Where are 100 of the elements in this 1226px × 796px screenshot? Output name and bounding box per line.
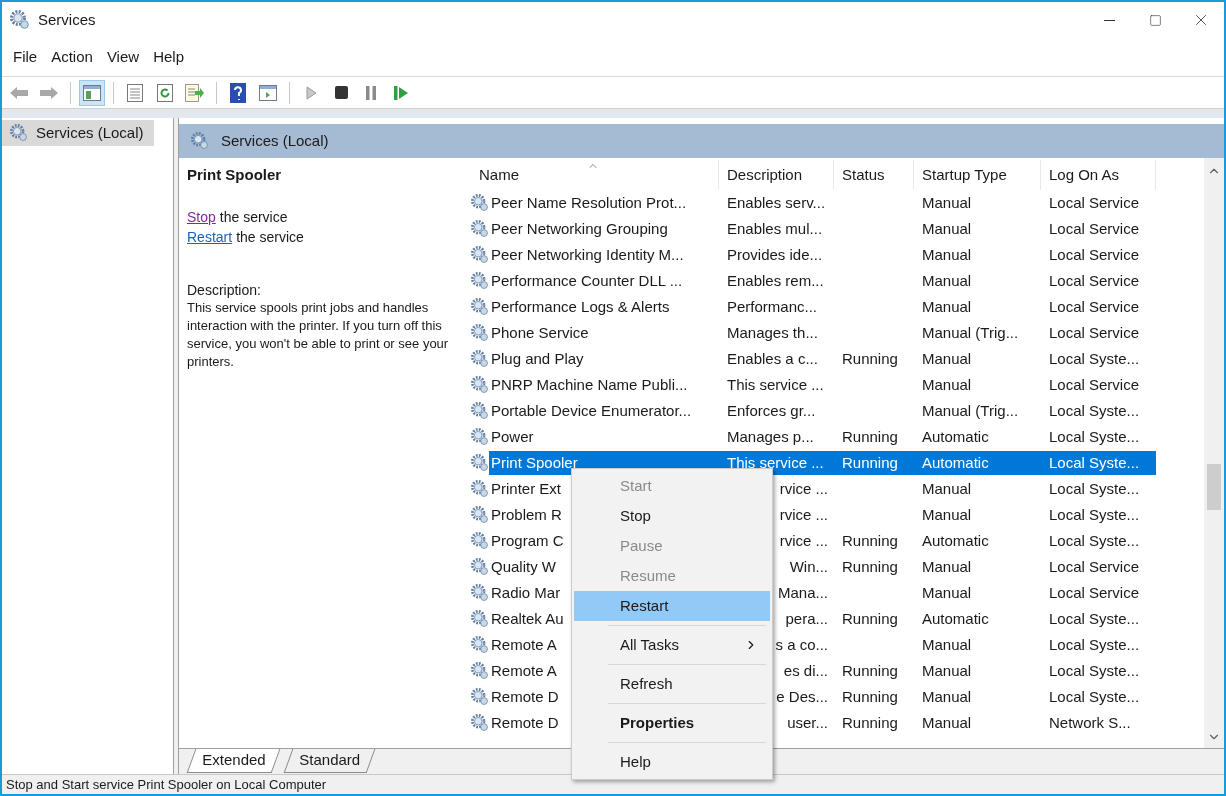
table-cell-text: Local Syste... <box>1048 426 1141 447</box>
context-menu-item[interactable]: Restart <box>574 591 770 621</box>
table-cell-text: Problem R <box>491 504 562 525</box>
table-cell-text: Running <box>841 530 899 551</box>
column-header[interactable]: Description <box>719 160 834 190</box>
table-cell-text: Manual <box>921 218 973 239</box>
gear-icon <box>471 480 489 498</box>
table-cell-text: Performanc... <box>727 296 818 317</box>
table-cell-text: e Des... <box>776 686 828 707</box>
table-cell-text: rvice ... <box>779 478 828 499</box>
table-cell-text: Enables a c... <box>727 348 818 369</box>
stop-icon <box>334 86 348 99</box>
description-label: Description: <box>187 280 262 299</box>
description-text: This service spools print jobs and handles interaction with the printer. If you turn off this service, you won't be able to print or see your printers. <box>187 298 449 371</box>
table-cell-text: rvice ... <box>779 530 828 551</box>
gear-icon <box>471 532 489 550</box>
context-menu-item[interactable]: Stop <box>574 501 770 531</box>
selected-row[interactable]: Print Spooler This service ... Running Automatic Local Syste... <box>489 451 1156 475</box>
table-cell-text: Manual <box>921 296 973 317</box>
context-menu-item[interactable]: All Tasks <box>574 630 770 660</box>
column-header[interactable]: Status <box>834 160 914 190</box>
gear-icon <box>471 688 489 706</box>
table-cell-text: Local Service <box>1048 296 1141 317</box>
table-cell-text: Manages th... <box>727 322 818 343</box>
table-cell-text: Peer Name Resolution Prot... <box>491 192 687 213</box>
gear-icon <box>471 246 489 264</box>
question-mark-icon <box>230 82 246 103</box>
column-header[interactable]: Name <box>471 160 719 190</box>
column-header[interactable]: Log On As <box>1041 160 1156 190</box>
tree-item[interactable]: Services (Local) <box>2 120 154 146</box>
table-cell-text: Manual <box>921 244 973 265</box>
gear-icon <box>471 506 489 524</box>
view-tab[interactable]: Standard <box>284 749 376 773</box>
service-action-link[interactable]: Restart <box>187 226 233 247</box>
table-cell-text: This service ... <box>727 374 824 395</box>
table-cell-text: Local Service <box>1048 556 1141 577</box>
minimize-icon <box>1103 19 1115 21</box>
column-header[interactable]: Startup Type <box>914 160 1041 190</box>
table-cell-text: Remote D <box>491 686 559 707</box>
gear-icon <box>471 194 489 212</box>
panel-icon <box>259 84 277 101</box>
table-cell-text: Manages p... <box>727 426 814 447</box>
table-cell-text: Enforces gr... <box>727 400 816 421</box>
table-cell-text: Running <box>841 348 899 369</box>
panel-title: Services (Local) <box>221 130 329 151</box>
menu-item[interactable]: Help <box>146 44 191 70</box>
maximize-icon <box>1148 13 1162 27</box>
table-cell-text: Local Syste... <box>1048 686 1141 707</box>
gear-icon <box>471 454 489 472</box>
table-cell-text: Local Service <box>1048 322 1141 343</box>
table-cell-text: Program C <box>491 530 564 551</box>
table-cell-text: Local Service <box>1048 582 1141 603</box>
view-tab[interactable]: Extended <box>186 749 281 773</box>
pause-icon <box>365 85 377 100</box>
back-arrow-icon <box>9 85 29 100</box>
gear-icon <box>471 350 489 368</box>
table-cell-text: Manual <box>921 660 973 681</box>
table-cell-text: Quality W <box>491 556 556 577</box>
scroll-thumb[interactable] <box>1207 464 1221 510</box>
table-cell-text: Remote D <box>491 712 559 733</box>
table-cell-text: Manual <box>921 634 973 655</box>
gear-icon <box>471 610 489 628</box>
table-cell-text: PNRP Machine Name Publi... <box>491 374 688 395</box>
context-menu-item[interactable]: Help <box>574 747 770 777</box>
table-cell-text: Manual <box>921 348 973 369</box>
table-cell-text: Win... <box>789 556 828 577</box>
gear-icon <box>471 714 489 732</box>
table-cell-text: Local Syste... <box>1048 660 1141 681</box>
menu-item[interactable]: Action <box>44 44 100 70</box>
table-cell-text: Running <box>841 686 899 707</box>
table-cell-text: Running <box>841 660 899 681</box>
table-cell-text: pera... <box>785 608 828 629</box>
table-cell-text: Manual <box>921 712 973 733</box>
table-cell-text: s a co... <box>775 634 828 655</box>
table-cell-text: Local Service <box>1048 270 1141 291</box>
service-action-link[interactable]: Stop <box>187 206 216 227</box>
export-icon <box>185 83 205 102</box>
table-cell-text: Enables serv... <box>727 192 826 213</box>
gear-icon <box>471 402 489 420</box>
action-text: the service <box>219 207 288 227</box>
table-cell-text: Print Spooler <box>491 452 578 473</box>
menu-item[interactable]: View <box>99 44 147 70</box>
context-menu-item[interactable]: Refresh <box>574 669 770 699</box>
gear-icon <box>191 132 209 150</box>
table-cell-text: Local Syste... <box>1048 400 1141 421</box>
console-tree-button[interactable] <box>79 79 105 106</box>
table-cell-text: Enables mul... <box>727 218 823 239</box>
table-cell-text: Automatic <box>921 452 990 473</box>
refresh-icon <box>157 83 173 102</box>
context-menu-item[interactable]: Properties <box>574 708 770 738</box>
menu-item[interactable]: File <box>6 44 45 70</box>
table-cell-text: Phone Service <box>491 322 589 343</box>
table-cell-text: Manual <box>921 192 973 213</box>
table-cell-text: Local Syste... <box>1048 530 1141 551</box>
table-cell-text: Manual <box>921 270 973 291</box>
table-cell-text: Local Service <box>1048 244 1141 265</box>
table-cell-text: Local Syste... <box>1048 452 1141 473</box>
list-sheet-icon <box>127 83 143 102</box>
table-cell-text: Radio Mar <box>491 582 561 603</box>
table-cell-text: Realtek Au <box>491 608 564 629</box>
